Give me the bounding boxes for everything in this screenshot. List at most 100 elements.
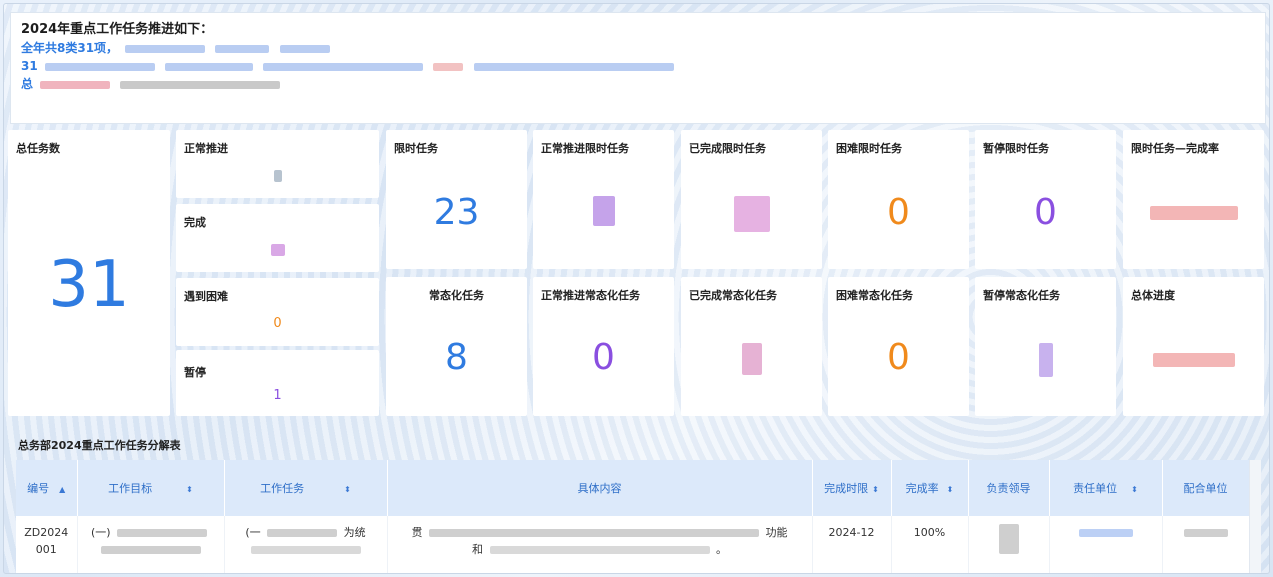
cell-id: ZD2024001 xyxy=(16,516,78,573)
col-header-label: 工作任务 xyxy=(260,482,305,495)
table-header-row: 编号 ▲ 工作目标 ⬍ 工作任务 ⬍ 具体内容 完成时限 ⬍ 完成率 ⬍ 负责领导 责任单… xyxy=(16,460,1249,516)
redacted-text xyxy=(433,62,464,71)
redacted-text xyxy=(1078,529,1133,537)
cell-goal-text: (一) xyxy=(90,526,111,539)
redacted-text xyxy=(473,62,674,71)
table-section-title: 总务部2024重点工作任务分解表 xyxy=(18,439,181,452)
cell-task-text: (一 xyxy=(245,526,261,539)
cell-task-suffix: 为统 xyxy=(343,526,366,539)
completed-label: 完成 xyxy=(184,216,206,229)
sort-icon[interactable]: ⬍ xyxy=(344,485,351,494)
routine-difficult-card[interactable]: 困难常态化任务 0 xyxy=(828,277,969,416)
cell-deadline: 2024-12 xyxy=(812,516,892,573)
cell-leader xyxy=(968,516,1050,573)
redacted-value xyxy=(270,244,285,256)
col-header-cooperate: 配合单位 xyxy=(1162,460,1249,516)
routine-tasks-card[interactable]: 常态化任务 8 xyxy=(386,277,527,416)
summary-line-2: 31 xyxy=(21,57,1255,75)
difficulty-card[interactable]: 遇到困难 0 xyxy=(176,278,379,346)
sort-icon[interactable]: ⬍ xyxy=(1131,485,1138,494)
sort-icon[interactable]: ⬍ xyxy=(947,485,954,494)
summary-line-3: 总 xyxy=(21,75,1255,93)
routine-done-label: 已完成常态化任务 xyxy=(689,289,777,302)
timed-paused-label: 暂停限时任务 xyxy=(983,142,1049,155)
table-scrollbar[interactable] xyxy=(1249,460,1261,573)
sort-icon[interactable]: ⬍ xyxy=(186,485,193,494)
redacted-text xyxy=(165,62,254,71)
redacted-text xyxy=(40,80,111,89)
timed-done-card[interactable]: 已完成限时任务 xyxy=(681,130,822,269)
timed-difficult-card[interactable]: 困难限时任务 0 xyxy=(828,130,969,269)
col-header-goal[interactable]: 工作目标 ⬍ xyxy=(77,460,225,516)
normal-progress-label: 正常推进 xyxy=(184,142,228,155)
completed-card[interactable]: 完成 xyxy=(176,204,379,272)
summary-title: 2024年重点工作任务推进如下： xyxy=(21,22,214,37)
redacted-text xyxy=(1183,529,1228,537)
total-tasks-card[interactable]: 总任务数 31 xyxy=(8,130,170,416)
redacted-text xyxy=(267,529,338,537)
timed-tasks-card[interactable]: 限时任务 23 xyxy=(386,130,527,269)
redacted-text xyxy=(250,546,361,554)
routine-done-card[interactable]: 已完成常态化任务 xyxy=(681,277,822,416)
sort-icon[interactable]: ⬍ xyxy=(872,485,879,494)
redacted-value xyxy=(741,343,762,375)
col-header-label: 完成时限 xyxy=(824,482,869,495)
routine-normal-card[interactable]: 正常推进常态化任务 0 xyxy=(533,277,674,416)
redacted-text xyxy=(215,44,270,53)
col-header-task[interactable]: 工作任务 ⬍ xyxy=(224,460,388,516)
redacted-value xyxy=(733,196,770,232)
routine-difficult-value: 0 xyxy=(887,337,910,378)
timed-tasks-value: 23 xyxy=(433,192,480,233)
timed-paused-card[interactable]: 暂停限时任务 0 xyxy=(975,130,1116,269)
col-header-label: 具体内容 xyxy=(577,482,622,495)
redacted-text xyxy=(998,524,1019,554)
routine-paused-card[interactable]: 暂停常态化任务 xyxy=(975,277,1116,416)
redacted-value xyxy=(273,170,282,182)
timed-paused-value: 0 xyxy=(1034,192,1057,233)
overall-progress-label: 总体进度 xyxy=(1131,289,1175,302)
paused-card[interactable]: 暂停 1 xyxy=(176,350,379,416)
paused-label: 暂停 xyxy=(184,366,206,379)
col-header-content: 具体内容 xyxy=(387,460,813,516)
timed-rate-card[interactable]: 限时任务—完成率 xyxy=(1123,130,1264,269)
summary-line-2-text: 31 xyxy=(21,59,38,73)
redacted-text xyxy=(125,44,206,53)
cell-responsible xyxy=(1049,516,1163,573)
dashboard-frame: 2024年重点工作任务推进如下： 全年共8类31项， 31 总 总任务数 31 … xyxy=(3,3,1270,574)
col-header-deadline[interactable]: 完成时限 ⬍ xyxy=(812,460,892,516)
redacted-text xyxy=(117,529,208,537)
col-header-label: 完成率 xyxy=(905,482,939,495)
timed-difficult-value: 0 xyxy=(887,192,910,233)
cell-rate: 100% xyxy=(891,516,969,573)
difficulty-label: 遇到困难 xyxy=(184,290,228,303)
cell-goal: (一) xyxy=(77,516,225,573)
col-header-responsible[interactable]: 责任单位 ⬍ xyxy=(1049,460,1163,516)
total-tasks-value: 31 xyxy=(48,248,130,322)
summary-banner: 2024年重点工作任务推进如下： 全年共8类31项， 31 总 xyxy=(10,12,1266,124)
routine-paused-label: 暂停常态化任务 xyxy=(983,289,1060,302)
col-header-rate[interactable]: 完成率 ⬍ xyxy=(891,460,969,516)
table-row[interactable]: ZD2024001 (一) (一 为统 贯 功能 和 。 2024-12 100… xyxy=(16,516,1249,573)
routine-normal-label: 正常推进常态化任务 xyxy=(541,289,640,302)
timed-rate-label: 限时任务—完成率 xyxy=(1131,142,1219,155)
overall-progress-card[interactable]: 总体进度 xyxy=(1123,277,1264,416)
redacted-text xyxy=(263,62,424,71)
summary-line-1-text: 全年共8类31项， xyxy=(21,41,119,55)
sort-asc-icon[interactable]: ▲ xyxy=(59,485,65,494)
routine-difficult-label: 困难常态化任务 xyxy=(836,289,913,302)
timed-normal-card[interactable]: 正常推进限时任务 xyxy=(533,130,674,269)
col-header-leader: 负责领导 xyxy=(968,460,1050,516)
normal-progress-card[interactable]: 正常推进 xyxy=(176,130,379,198)
redacted-text xyxy=(44,62,155,71)
cell-content-suffix: 功能 xyxy=(765,526,788,539)
cell-content-line2-suffix: 。 xyxy=(716,543,727,556)
col-header-id[interactable]: 编号 ▲ xyxy=(16,460,78,516)
redacted-value xyxy=(592,196,615,226)
redacted-text xyxy=(429,529,759,537)
redacted-text xyxy=(100,546,201,554)
redacted-value xyxy=(1038,343,1053,377)
routine-tasks-label: 常态化任务 xyxy=(429,289,484,302)
timed-difficult-label: 困难限时任务 xyxy=(836,142,902,155)
cell-task: (一 为统 xyxy=(224,516,388,573)
cell-content-line2-prefix: 和 xyxy=(472,543,483,556)
